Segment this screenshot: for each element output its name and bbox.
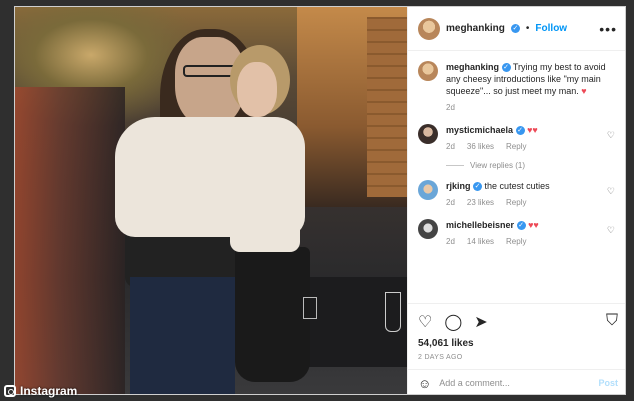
comment-age: 2d — [446, 237, 455, 246]
comment-item: mysticmichaela ✓ ♥♥ 2d 36 likes Reply ♡ — [418, 124, 617, 153]
reply-line — [446, 165, 464, 166]
add-comment-input[interactable]: Add a comment... — [439, 378, 590, 388]
comment-text: the cutest cuties — [484, 181, 550, 191]
reply-button[interactable]: Reply — [506, 197, 526, 209]
photo-brick-column — [367, 17, 407, 197]
comment-age: 2d — [446, 142, 455, 151]
comment-age: 2d — [446, 198, 455, 207]
comment-item: michellebeisner ✓ ♥♥ 2d 14 likes Reply ♡ — [418, 219, 617, 248]
photo-glasses — [183, 65, 237, 77]
comment-likes[interactable]: 14 likes — [467, 236, 494, 248]
caption: meghanking ✓ Trying my best to avoid any… — [418, 61, 617, 114]
photo-woman-skirt — [235, 247, 310, 382]
verified-icon: ✓ — [501, 63, 511, 73]
more-options-icon[interactable]: ••• — [599, 21, 617, 37]
comment-bubble-icon[interactable]: ◯ — [444, 312, 462, 332]
follow-button[interactable]: Follow — [535, 23, 567, 34]
post-comment-button[interactable]: Post — [598, 378, 618, 388]
caption-age: 2d — [446, 103, 455, 112]
photo-woman-face — [237, 62, 277, 117]
avatar[interactable] — [418, 124, 438, 144]
instagram-icon — [4, 385, 16, 397]
heart-emoji-icon: ♥ — [581, 86, 587, 96]
photo-water-glass — [303, 297, 317, 319]
post-actions: ♡ ◯ ➤ ⛉ 54,061 likes 2 DAYS AGO — [408, 303, 625, 361]
like-comment-heart-icon[interactable]: ♡ — [607, 130, 615, 141]
like-heart-icon[interactable]: ♡ — [418, 312, 432, 332]
post-dialog: meghanking ✓ • Follow ••• meghanking ✓ T… — [14, 6, 626, 395]
comments-list[interactable]: meghanking ✓ Trying my best to avoid any… — [408, 51, 625, 303]
comment-username[interactable]: michellebeisner — [446, 220, 514, 230]
caption-username[interactable]: meghanking — [446, 62, 499, 72]
verified-icon: ✓ — [510, 24, 520, 33]
avatar[interactable] — [418, 17, 440, 40]
post-author-username[interactable]: meghanking — [446, 23, 505, 34]
verified-icon: ✓ — [516, 221, 526, 231]
photo-background-people — [15, 87, 125, 394]
post-date: 2 DAYS AGO — [418, 354, 463, 361]
post-photo[interactable] — [15, 7, 407, 394]
comment-item: rjking ✓ the cutest cuties 2d 23 likes R… — [418, 180, 617, 209]
reply-button[interactable]: Reply — [506, 236, 526, 248]
verified-icon: ✓ — [473, 182, 483, 192]
likes-count[interactable]: 54,061 likes — [418, 338, 618, 349]
emoji-icon[interactable]: ☺ — [418, 376, 431, 391]
photo-martini-glass — [385, 292, 401, 332]
separator-dot: • — [525, 23, 530, 34]
photo-woman-arms — [115, 117, 305, 237]
view-replies-button[interactable]: View replies (1) — [446, 161, 617, 170]
comment-likes[interactable]: 36 likes — [467, 141, 494, 153]
avatar[interactable] — [418, 219, 438, 239]
comment-username[interactable]: rjking — [446, 181, 471, 191]
view-replies-label: View replies (1) — [470, 161, 525, 170]
heart-emoji-icon: ♥♥ — [527, 125, 538, 135]
comment-username[interactable]: mysticmichaela — [446, 125, 513, 135]
comment-likes[interactable]: 23 likes — [467, 197, 494, 209]
share-send-icon[interactable]: ➤ — [474, 312, 487, 332]
reply-button[interactable]: Reply — [506, 141, 526, 153]
avatar[interactable] — [418, 180, 438, 200]
like-comment-heart-icon[interactable]: ♡ — [607, 186, 615, 197]
watermark-label: Instagram — [20, 384, 78, 398]
photo-man-jeans — [130, 277, 235, 394]
like-comment-heart-icon[interactable]: ♡ — [607, 225, 615, 236]
heart-emoji-icon: ♥♥ — [528, 220, 539, 230]
post-side-panel: meghanking ✓ • Follow ••• meghanking ✓ T… — [407, 7, 625, 394]
avatar[interactable] — [418, 61, 438, 81]
post-header: meghanking ✓ • Follow ••• — [408, 7, 625, 51]
verified-icon: ✓ — [515, 126, 525, 136]
bookmark-icon[interactable]: ⛉ — [606, 312, 618, 332]
instagram-watermark: Instagram — [4, 384, 77, 398]
add-comment-bar: ☺ Add a comment... Post — [408, 369, 625, 394]
